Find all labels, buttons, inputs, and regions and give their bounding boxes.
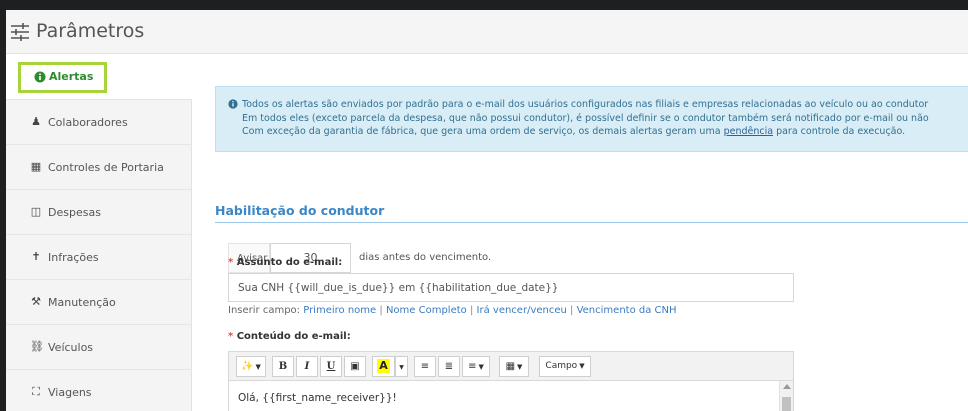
bullet-list-button[interactable]: ≡ <box>414 356 436 377</box>
insert-full-name-link[interactable]: Nome Completo <box>386 305 467 316</box>
scroll-up-icon[interactable] <box>783 384 791 389</box>
sidebar-item-label: Infrações <box>48 251 99 264</box>
content-label: * Conteúdo do e-mail: <box>228 331 351 342</box>
page-title: Parâmetros <box>36 20 145 42</box>
magic-wand-icon: ✨ <box>241 361 254 372</box>
sidebar-item-label: Alertas <box>49 70 94 83</box>
sidebar-item-alertas[interactable]: Alertas <box>6 55 192 100</box>
eraser-button[interactable]: ▣ <box>344 356 366 377</box>
highlight-color-button[interactable]: A <box>372 356 395 377</box>
separator: | <box>469 305 474 316</box>
section-title: Habilitação do condutor <box>215 203 385 218</box>
sidebar-item-despesas[interactable]: ◫ Despesas <box>6 190 192 235</box>
app-window: Parâmetros Alertas ♟ Colaboradores ▦ Con… <box>6 10 968 411</box>
sidebar-item-manutencao[interactable]: ⚒ Manutenção <box>6 280 192 325</box>
align-button[interactable]: ≡ ▼ <box>462 356 490 377</box>
scroll-thumb[interactable] <box>782 397 791 411</box>
campo-label: Campo <box>545 361 578 371</box>
table-button[interactable]: ▦ ▼ <box>499 356 529 377</box>
sidebar-item-label: Veículos <box>48 341 94 354</box>
italic-button[interactable]: I <box>296 356 318 377</box>
road-icon: ⛶ <box>32 385 40 398</box>
sidebar-item-infracoes[interactable]: ✝ Infrações <box>6 235 192 280</box>
editor-scrollbar[interactable] <box>779 381 793 411</box>
numbered-list-icon: ≣ <box>444 361 454 372</box>
tools-icon: ⚒ <box>31 295 41 308</box>
avisar-suffix: dias antes do vencimento. <box>359 252 492 263</box>
alert-line-3-suffix: para controle da execução. <box>776 126 906 137</box>
email-content-editor[interactable]: Olá, {{first_name_receiver}}! <box>228 381 794 411</box>
bullet-list-icon: ≡ <box>420 361 430 372</box>
bold-button[interactable]: B <box>272 356 294 377</box>
sidebar-item-label: Manutenção <box>48 296 116 309</box>
insert-due-status-link[interactable]: Irá vencer/venceu <box>477 305 567 316</box>
alert-line-1: Todos os alertas são enviados por padrão… <box>242 99 929 110</box>
insert-field-bar: Inserir campo: Primeiro nome | Nome Comp… <box>228 305 677 316</box>
screen-frame: Parâmetros Alertas ♟ Colaboradores ▦ Con… <box>0 0 968 411</box>
caret-down-icon: ▼ <box>399 364 404 371</box>
sidebar-item-label: Viagens <box>48 386 92 399</box>
caret-down-icon: ▼ <box>517 363 523 371</box>
insert-first-name-link[interactable]: Primeiro nome <box>303 305 376 316</box>
caret-down-icon: ▼ <box>255 363 261 371</box>
insert-cnh-due-link[interactable]: Vencimento da CNH <box>577 305 677 316</box>
separator: | <box>379 305 383 316</box>
car-icon: ⛓ <box>30 340 44 353</box>
magic-wand-button[interactable]: ✨ ▼ <box>236 356 266 377</box>
user-tie-icon: ♟ <box>31 115 41 128</box>
sidebar-item-colaboradores[interactable]: ♟ Colaboradores <box>6 100 192 145</box>
caret-down-icon: ▼ <box>478 363 484 371</box>
required-mark: * <box>228 257 234 268</box>
gate-icon: ▦ <box>30 160 42 173</box>
traffic-light-icon: ✝ <box>31 250 41 263</box>
highlight-dropdown[interactable]: ▼ <box>395 356 408 377</box>
main-content: Todos os alertas são enviados por padrão… <box>193 55 968 411</box>
align-icon: ≡ <box>468 361 477 372</box>
subject-label-text: Assunto do e-mail: <box>236 257 343 268</box>
underline-button[interactable]: U <box>320 356 342 377</box>
campo-dropdown[interactable]: Campo ▼ <box>539 356 591 377</box>
info-circle-icon <box>228 99 238 109</box>
sidebar-item-viagens[interactable]: ⛶ Viagens <box>6 370 192 411</box>
sidebar: Alertas ♟ Colaboradores ▦ Controles de P… <box>6 55 192 411</box>
sidebar-item-label: Controles de Portaria <box>48 161 164 174</box>
header-bar: Parâmetros <box>6 10 968 54</box>
sidebar-item-label: Colaboradores <box>48 116 128 129</box>
info-circle-icon <box>34 71 46 83</box>
sidebar-item-label: Despesas <box>48 206 101 219</box>
sidebar-item-veiculos[interactable]: ⛓ Veículos <box>6 325 192 370</box>
alert-line-2: Em todos eles (exceto parcela da despesa… <box>242 112 929 124</box>
sidebar-item-controles-portaria[interactable]: ▦ Controles de Portaria <box>6 145 192 190</box>
highlight-icon: A <box>377 359 390 373</box>
info-alert: Todos os alertas são enviados por padrão… <box>215 86 968 152</box>
required-mark: * <box>228 331 234 342</box>
caret-down-icon: ▼ <box>579 362 585 370</box>
money-icon: ◫ <box>30 205 42 218</box>
alert-line-3: Com exceção da garantia de fábrica, que … <box>242 125 968 139</box>
editor-text: Olá, {{first_name_receiver}}! <box>238 392 397 404</box>
content-label-text: Conteúdo do e-mail: <box>236 331 351 342</box>
section-divider <box>215 222 968 223</box>
editor-toolbar: ✨ ▼ B I U ▣ A ▼ ≡ ≣ ≡ ▼ ▦ ▼ Campo ▼ <box>228 351 794 381</box>
pendencia-link[interactable]: pendência <box>724 126 773 137</box>
subject-input[interactable]: Sua CNH {{will_due_is_due}} em {{habilit… <box>228 273 794 302</box>
table-icon: ▦ <box>505 361 516 372</box>
eraser-icon: ▣ <box>350 361 360 372</box>
subject-label: * Assunto do e-mail: <box>228 257 342 268</box>
separator: | <box>570 305 574 316</box>
alert-line-3-text: Com exceção da garantia de fábrica, que … <box>242 126 721 137</box>
sliders-icon <box>11 23 29 41</box>
insert-prefix: Inserir campo: <box>228 305 301 316</box>
numbered-list-button[interactable]: ≣ <box>438 356 460 377</box>
